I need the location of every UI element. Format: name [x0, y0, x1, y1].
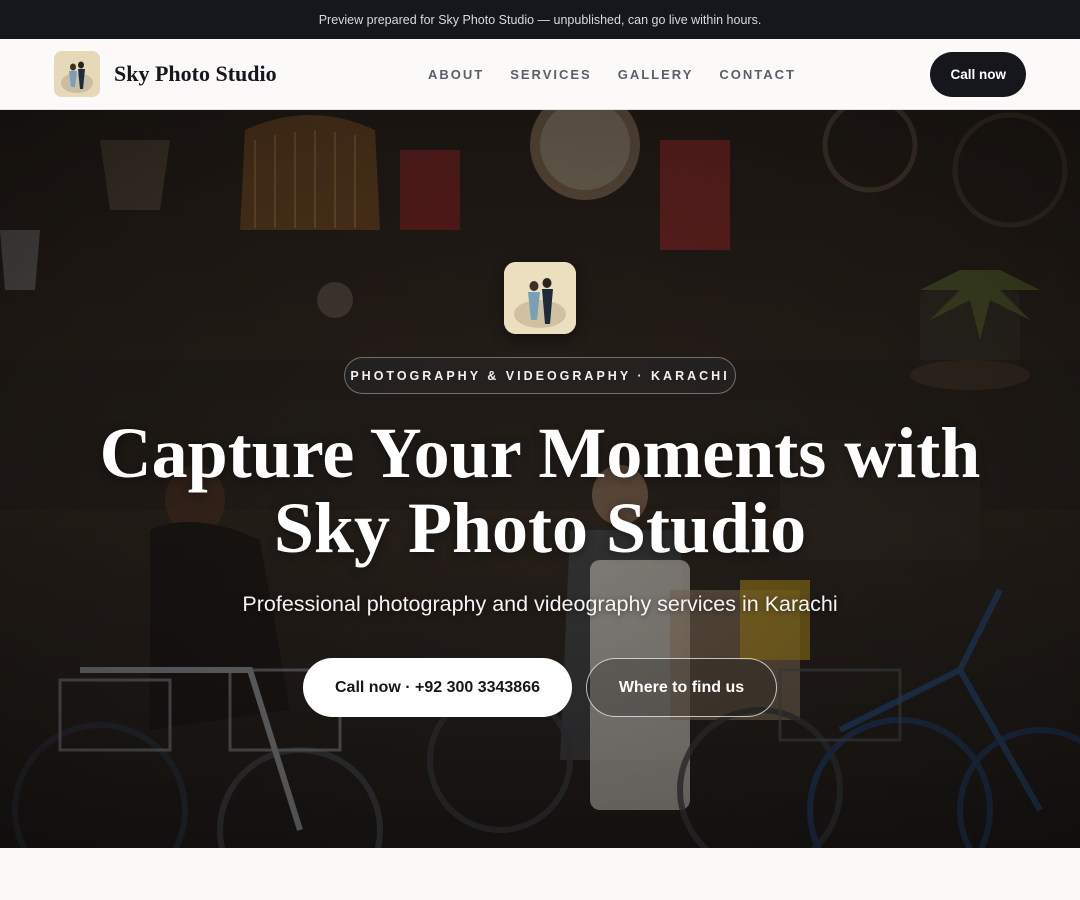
preview-banner-text: Preview prepared for Sky Photo Studio — …	[318, 12, 762, 27]
site-header: Sky Photo Studio ABOUT SERVICES GALLERY …	[0, 39, 1080, 110]
hero-find-us-button[interactable]: Where to find us	[586, 658, 777, 717]
couple-photo-logo-icon	[504, 262, 576, 334]
hero-section: PHOTOGRAPHY & VIDEOGRAPHY · KARACHI Capt…	[0, 110, 1080, 848]
nav-gallery[interactable]: GALLERY	[618, 67, 694, 82]
hero-headline: Capture Your Moments with Sky Photo Stud…	[0, 416, 1080, 566]
preview-banner: Preview prepared for Sky Photo Studio — …	[0, 0, 1080, 39]
hero-headline-line2: Sky Photo Studio	[273, 488, 807, 568]
hero-tagline: PHOTOGRAPHY & VIDEOGRAPHY · KARACHI	[344, 357, 736, 394]
hero-subheadline: Professional photography and videography…	[242, 592, 838, 616]
nav-about[interactable]: ABOUT	[428, 67, 484, 82]
hero-call-button[interactable]: Call now · +92 300 3343866	[303, 658, 572, 717]
hero-headline-line1: Capture Your Moments with	[99, 413, 981, 493]
nav-contact[interactable]: CONTACT	[719, 67, 796, 82]
nav-services[interactable]: SERVICES	[510, 67, 592, 82]
hero-content: PHOTOGRAPHY & VIDEOGRAPHY · KARACHI Capt…	[0, 110, 1080, 848]
brand-name: Sky Photo Studio	[114, 61, 277, 86]
next-section-start	[0, 848, 1080, 900]
main-nav: ABOUT SERVICES GALLERY CONTACT	[428, 39, 796, 109]
couple-photo-logo-icon	[54, 51, 100, 97]
header-call-button[interactable]: Call now	[930, 52, 1026, 97]
brand[interactable]: Sky Photo Studio	[54, 51, 277, 97]
